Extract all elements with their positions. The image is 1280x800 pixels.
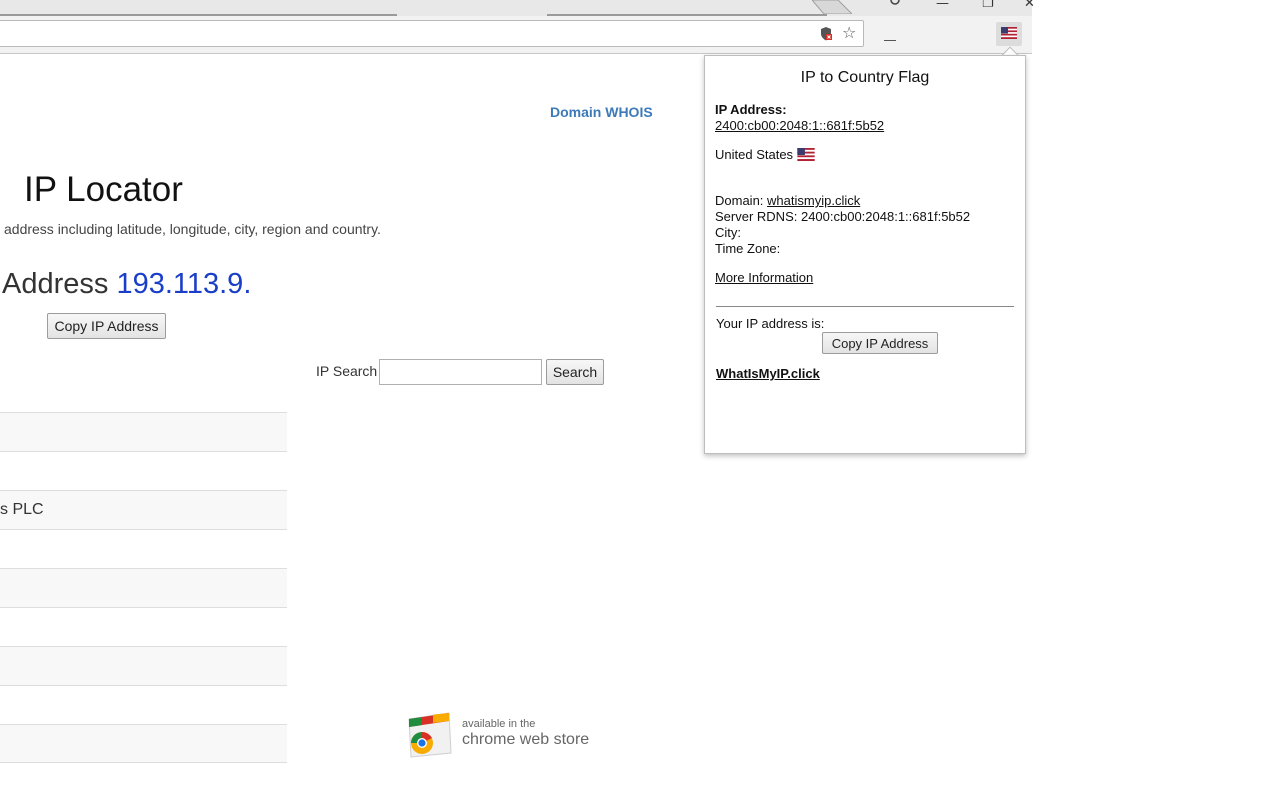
popup-copy-ip-button[interactable]: Copy IP Address xyxy=(822,332,938,354)
domain-line: Domain: whatismyip.click xyxy=(715,193,860,209)
server-rdns: Server RDNS: 2400:cb00:2048:1::681f:5b52 xyxy=(715,209,970,225)
ip-address-value: 193.113.9. xyxy=(116,268,251,300)
page-title: IP Locator xyxy=(24,170,183,210)
ip-address-label: IP Address: xyxy=(715,102,787,118)
chrome-web-store-badge[interactable]: available in the chrome web store xyxy=(405,709,595,761)
more-information-link[interactable]: More Information xyxy=(715,270,813,286)
close-window-button[interactable]: ✕ xyxy=(1024,0,1035,11)
search-button[interactable]: Search xyxy=(546,359,604,385)
tab-edge xyxy=(547,14,827,16)
table-row xyxy=(0,568,287,607)
ip-address-heading: Address 193.113.9. xyxy=(2,268,251,301)
popup-title: IP to Country Flag xyxy=(705,69,1025,87)
browser-toolbar: — ❐ ✕ ☆ xyxy=(0,0,1032,54)
page-description: address including latitude, longitude, c… xyxy=(4,221,381,237)
ip-search-input[interactable] xyxy=(379,359,542,385)
ip-to-country-flag-popup: IP to Country Flag IP Address: 2400:cb00… xyxy=(704,55,1026,454)
bookmark-star-icon[interactable]: ☆ xyxy=(842,23,856,42)
table-row xyxy=(0,724,287,763)
us-flag-icon xyxy=(1001,27,1017,39)
tab-edge xyxy=(0,14,397,16)
new-tab-button[interactable] xyxy=(812,0,852,14)
ip-search-label: IP Search xyxy=(316,363,377,379)
table-cell: s PLC xyxy=(0,501,44,519)
minimize-button[interactable]: — xyxy=(936,0,949,11)
domain-label: Domain: xyxy=(715,193,767,208)
store-badge-small-text: available in the xyxy=(462,718,535,730)
ip-flag-extension-button[interactable] xyxy=(996,22,1022,46)
address-bar[interactable] xyxy=(0,20,864,47)
country-name: United States xyxy=(715,147,793,162)
restore-button[interactable]: ❐ xyxy=(982,0,994,11)
table-row: s PLC xyxy=(0,490,287,529)
timezone-label: Time Zone: xyxy=(715,241,780,257)
table-row xyxy=(0,529,287,568)
store-badge-big-text: chrome web store xyxy=(462,731,589,749)
table-row xyxy=(0,412,287,451)
city-label: City: xyxy=(715,225,741,241)
extension-placeholder-icon[interactable] xyxy=(884,40,896,41)
popup-ip-address-link[interactable]: 2400:cb00:2048:1::681f:5b52 xyxy=(715,118,884,134)
ip-heading-prefix: Address xyxy=(2,268,116,300)
table-row xyxy=(0,685,287,724)
your-ip-label: Your IP address is: xyxy=(716,316,824,332)
table-row xyxy=(0,451,287,490)
country-line: United States xyxy=(715,147,815,163)
chrome-web-store-icon xyxy=(405,709,453,759)
whatismyip-site-link[interactable]: WhatIsMyIP.click xyxy=(716,366,820,382)
table-row xyxy=(0,646,287,685)
popup-divider xyxy=(716,306,1014,307)
copy-ip-address-button[interactable]: Copy IP Address xyxy=(47,313,166,339)
domain-whois-link[interactable]: Domain WHOIS xyxy=(550,104,653,120)
us-flag-icon xyxy=(797,148,815,161)
domain-link[interactable]: whatismyip.click xyxy=(767,193,860,208)
ip-info-table: s PLC xyxy=(0,412,287,763)
shield-blocked-icon[interactable] xyxy=(820,27,832,41)
table-row xyxy=(0,607,287,646)
user-icon[interactable] xyxy=(888,0,902,11)
